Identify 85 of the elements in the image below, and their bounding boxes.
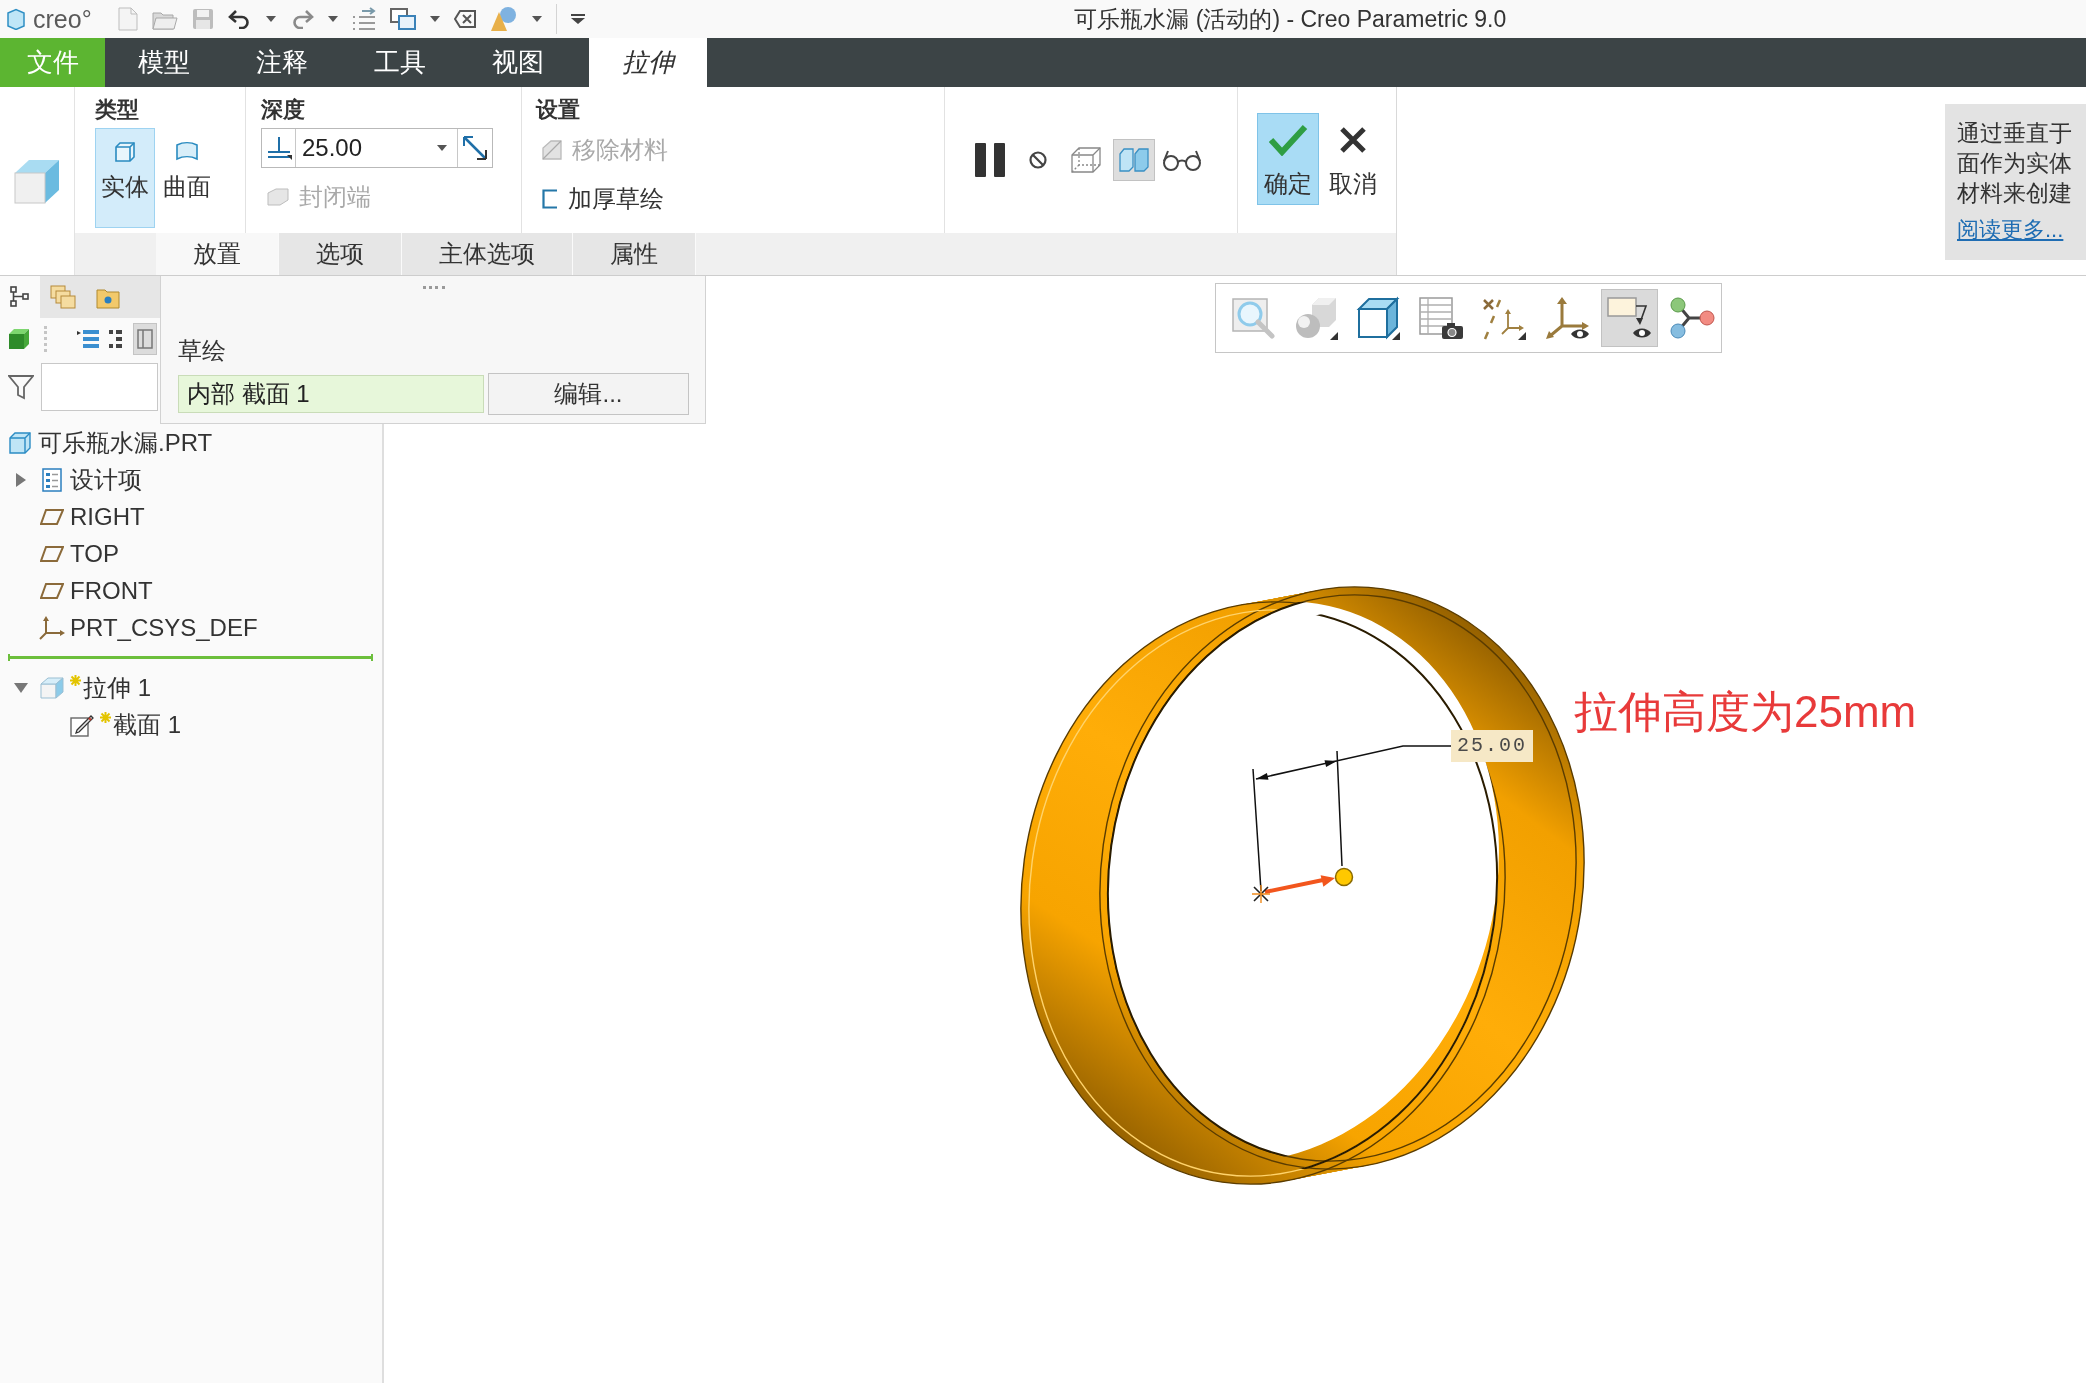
origin-marker-icon [1251,884,1271,904]
window-title: 可乐瓶水漏 (活动的) - Creo Parametric 9.0 [1073,4,1508,34]
tree-icon[interactable] [10,286,30,308]
view-tool-button[interactable] [1600,289,1659,347]
confirm-button[interactable]: 确定 [1257,113,1319,205]
type-button[interactable]: 曲面 [157,128,217,228]
caret-icon[interactable] [570,14,585,24]
sketch-field[interactable]: 内部 截面 1 [178,375,484,413]
group-label: 设置 [536,97,580,123]
cube-icon [9,431,31,454]
note-eye-icon[interactable] [1606,296,1653,340]
panel-tab[interactable]: 主体选项 [402,233,573,275]
list-arrows-icon[interactable] [351,7,376,31]
cube-icon [6,8,26,30]
cube-icon[interactable] [1356,296,1401,340]
datum-axes-icon[interactable] [1481,296,1526,340]
caret-icon[interactable] [265,16,276,22]
box-icon[interactable] [114,141,136,163]
glasses-icon[interactable] [1162,149,1202,171]
cube-icon [40,676,64,699]
plane-icon [40,545,64,562]
plane-icon [40,582,64,599]
pause-icon[interactable] [975,143,1005,177]
caret-icon[interactable] [429,16,440,22]
tree-item[interactable]: 拉伸 1 [83,672,151,703]
axes-icon [39,615,65,640]
tree-item[interactable]: TOP [70,538,119,569]
read-more-link[interactable]: 阅读更多... [1957,216,2064,244]
tree-item[interactable]: RIGHT [70,501,145,532]
help-text: 材料来创建 [1957,179,2072,208]
menu-tab[interactable]: 拉伸 [589,38,707,87]
drag-handle[interactable] [1334,867,1354,887]
insert-marker[interactable] [8,654,373,661]
cancel-button[interactable]: 取消 [1322,113,1384,205]
navigator-tab[interactable] [0,276,40,318]
panel-tab[interactable]: 选项 [279,233,402,275]
group-label: 深度 [261,97,305,123]
triangle-down-icon[interactable] [14,682,28,693]
filter-field[interactable] [41,363,158,411]
node-graph-icon[interactable] [1669,296,1716,340]
logo: creo° [33,6,92,32]
direction-arrow[interactable] [1264,875,1335,894]
tree-item[interactable]: PRT_CSYS_DEF [70,612,258,643]
field-label: 草绘 [178,336,226,366]
caret-icon[interactable] [531,16,542,22]
dimension-label[interactable]: 25.00 [1451,730,1533,762]
surface-icon[interactable] [175,141,199,163]
help-text: 面作为实体 [1957,149,2072,178]
tree-item[interactable]: 设计项 [70,464,142,495]
columns-icon[interactable] [137,329,153,349]
caret-icon[interactable] [327,16,338,22]
backspace-icon[interactable] [453,10,476,28]
no-sign-icon[interactable] [1029,151,1047,169]
tree-item[interactable]: FRONT [70,575,153,606]
axes-eye-icon[interactable] [1543,296,1590,340]
menu-tab[interactable]: 视图 [459,38,577,87]
menu-tab[interactable]: 模型 [105,38,223,87]
menu-tab[interactable]: 工具 [341,38,459,87]
table-camera-icon[interactable] [1418,296,1465,340]
setting-toggle[interactable]: 加厚草绘 [536,183,668,215]
annotation-text: 拉伸高度为25mm [1574,686,1917,738]
panel-tab[interactable]: 属性 [573,233,696,275]
type-button[interactable]: 实体 [95,128,155,228]
cube-icon [13,157,61,205]
windows-icon[interactable] [389,8,416,30]
edit-button[interactable]: 编辑... [488,373,689,415]
group-label: 类型 [95,97,139,123]
grip-dots-icon[interactable] [422,285,445,289]
plane-icon [40,508,64,525]
filter-icon[interactable] [8,374,34,400]
list-icon[interactable] [77,329,99,349]
checkmark-icon[interactable] [1268,124,1308,156]
panel-tab[interactable]: 放置 [156,233,279,275]
undo-icon[interactable] [227,9,252,29]
menu-tab[interactable]: 注释 [223,38,341,87]
list-document-icon [42,467,62,492]
bracket-icon[interactable] [542,189,558,209]
tree-item[interactable]: 截面 1 [113,709,181,740]
help-text: 通过垂直于 [1957,119,2072,148]
wireframe-cube-icon[interactable] [1071,147,1101,173]
close-icon[interactable] [1339,126,1367,154]
cube-icon[interactable] [8,328,30,350]
tree-item[interactable]: 可乐瓶水漏.PRT [38,427,213,458]
triangle-right-icon[interactable] [16,472,26,487]
tree-list-icon[interactable] [109,329,123,349]
